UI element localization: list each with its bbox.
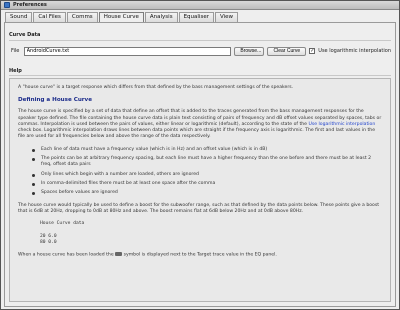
tab-equaliser[interactable]: Equaliser — [178, 12, 214, 22]
list-item: Only lines which begin with a number are… — [32, 172, 382, 178]
help-pane[interactable]: A "house curve" is a target response whi… — [9, 78, 391, 302]
help-heading: Defining a House Curve — [18, 97, 93, 104]
tab-content: Curve Data File Browse... Clear Curve ✓ … — [4, 22, 396, 307]
tab-strip: Sound Cal Files Comms House Curve Analys… — [5, 12, 239, 23]
title-bar: Preferences — [1, 1, 399, 10]
preferences-window: Preferences Sound Cal Files Comms House … — [0, 0, 400, 310]
list-item: Spaces before values are ignored — [32, 190, 382, 196]
log-interpolation-label: Use logarithmic interpolation — [318, 48, 391, 54]
tab-comms[interactable]: Comms — [66, 12, 98, 22]
curve-data-divider — [9, 40, 391, 41]
file-path-input[interactable] — [23, 46, 232, 56]
house-curve-symbol-icon — [115, 252, 123, 257]
help-section-title: Help — [9, 68, 22, 74]
house-curve-code-block: House Curve data 20 6.0 80 0.0 — [40, 221, 382, 246]
file-row: File Browse... Clear Curve ✓ Use logarit… — [11, 46, 391, 56]
bullet-text: The points can be at arbitrary frequency… — [41, 156, 372, 168]
help-paragraph-1: The house curve is specified by a set of… — [18, 109, 382, 140]
help-paragraph-3: When a house curve has been loaded the s… — [18, 252, 382, 259]
window-title: Preferences — [13, 2, 47, 8]
checkmark-icon: ✓ — [310, 47, 315, 54]
help-divider — [9, 75, 391, 76]
list-item: Each line of data must have a frequency … — [32, 147, 382, 153]
bullet-text: Each line of data must have a frequency … — [41, 146, 268, 152]
tab-sound[interactable]: Sound — [5, 12, 33, 22]
help-paragraph-1-b: check box. Logarithmic interpolation dra… — [18, 128, 376, 140]
tab-cal-files[interactable]: Cal Files — [33, 12, 66, 22]
bullet-icon — [32, 173, 35, 177]
tab-view[interactable]: View — [214, 12, 239, 22]
bullet-icon — [32, 158, 35, 162]
browse-button[interactable]: Browse... — [234, 46, 265, 56]
help-paragraph-2: The house curve would typically be used … — [18, 202, 380, 214]
help-bullets: Each line of data must have a frequency … — [32, 147, 382, 197]
help-paragraph-3-b: symbol is displayed next to the Target t… — [123, 252, 277, 258]
file-label: File — [11, 48, 20, 54]
bullet-text: Only lines which begin with a number are… — [41, 171, 199, 177]
bullet-text: Spaces before values are ignored — [41, 190, 118, 196]
curve-data-section-title: Curve Data — [9, 32, 41, 38]
bullet-icon — [32, 192, 35, 196]
log-interpolation-checkbox[interactable]: ✓ — [309, 47, 316, 54]
list-item: In comma-delimited files there must be a… — [32, 181, 382, 187]
bullet-icon — [32, 148, 35, 152]
list-item: The points can be at arbitrary frequency… — [32, 156, 382, 169]
bullet-icon — [32, 182, 35, 186]
log-interpolation-link[interactable]: Use logarithmic interpolation — [308, 122, 375, 127]
bullet-text: In comma-delimited files there must be a… — [41, 180, 216, 186]
help-paragraph-3-a: When a house curve has been loaded the — [18, 252, 114, 258]
app-icon — [4, 2, 10, 8]
clear-curve-button[interactable]: Clear Curve — [267, 46, 307, 56]
help-intro: A "house curve" is a target response whi… — [18, 85, 294, 90]
tab-analysis[interactable]: Analysis — [144, 12, 178, 22]
code-line: 80 0.0 — [40, 240, 57, 246]
